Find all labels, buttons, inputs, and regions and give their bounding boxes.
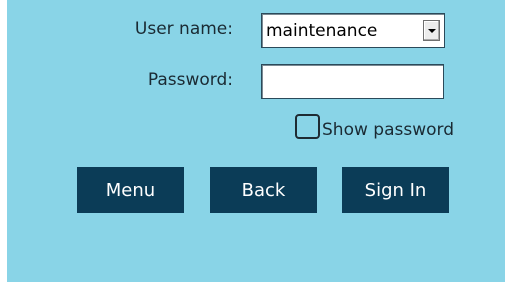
menu-button[interactable]: Menu (77, 167, 184, 213)
show-password-label[interactable]: Show password (322, 120, 454, 140)
sign-in-button[interactable]: Sign In (342, 167, 449, 213)
username-label: User name: (134, 19, 233, 39)
password-input[interactable] (261, 64, 444, 99)
password-label: Password: (147, 70, 233, 90)
username-select[interactable]: maintenance (261, 13, 445, 48)
username-select-value: maintenance (266, 21, 378, 41)
chevron-down-icon[interactable] (423, 20, 440, 41)
show-password-checkbox[interactable] (295, 114, 320, 139)
login-panel: User name: maintenance Password: Show pa… (7, 0, 505, 282)
back-button[interactable]: Back (210, 167, 317, 213)
